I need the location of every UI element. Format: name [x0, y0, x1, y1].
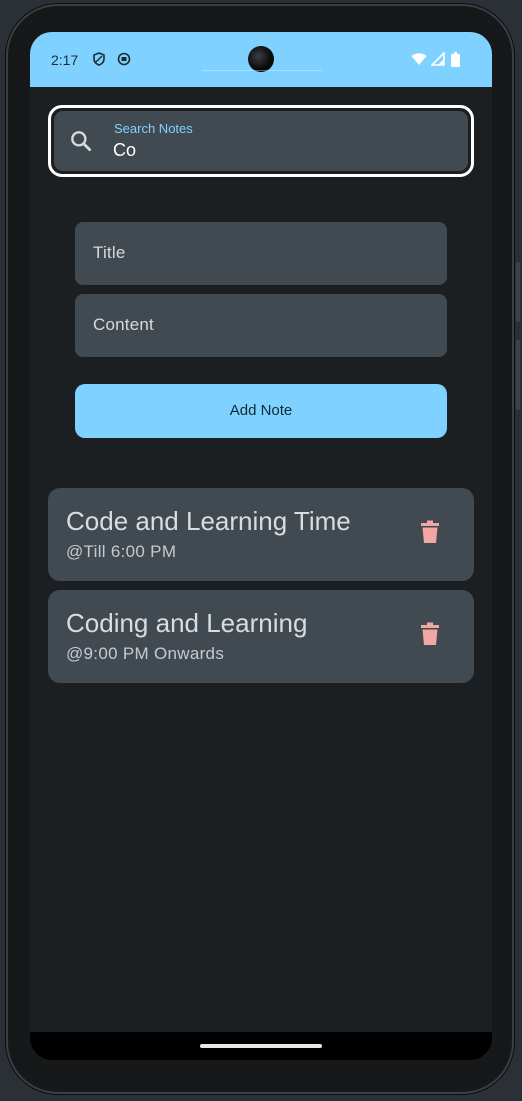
content-placeholder: Content — [93, 315, 154, 334]
search-value[interactable]: Co — [113, 140, 136, 161]
trash-icon[interactable] — [420, 520, 440, 544]
trash-icon[interactable] — [420, 622, 440, 646]
note-content: @Till 6:00 PM — [66, 542, 177, 561]
notch-line — [202, 70, 322, 71]
note-title: Coding and Learning — [66, 608, 308, 638]
app-screen: 2:17 Search Notes Co Title Content Add N… — [30, 32, 492, 1060]
title-placeholder: Title — [93, 243, 126, 262]
front-camera — [248, 46, 274, 72]
home-handle[interactable] — [200, 1044, 322, 1048]
battery-icon — [451, 52, 460, 70]
content-field[interactable]: Content — [75, 294, 447, 357]
navigation-bar — [30, 1032, 492, 1060]
search-bar[interactable]: Search Notes Co — [48, 105, 474, 177]
note-card[interactable]: Code and Learning Time @Till 6:00 PM — [48, 488, 474, 581]
power-button — [516, 262, 520, 322]
shield-icon — [92, 52, 106, 69]
search-icon — [71, 131, 92, 152]
status-bar: 2:17 — [30, 32, 492, 87]
volume-button — [516, 340, 520, 410]
app-circle-icon — [117, 52, 131, 69]
search-label: Search Notes — [114, 121, 193, 136]
wifi-icon — [411, 52, 427, 69]
status-time: 2:17 — [51, 52, 79, 68]
add-note-button[interactable]: Add Note — [75, 384, 447, 438]
note-content: @9:00 PM Onwards — [66, 644, 225, 663]
note-card[interactable]: Coding and Learning @9:00 PM Onwards — [48, 590, 474, 683]
search-input[interactable]: Search Notes Co — [54, 111, 468, 171]
note-title: Code and Learning Time — [66, 506, 351, 536]
signal-icon — [430, 51, 445, 69]
title-field[interactable]: Title — [75, 222, 447, 285]
